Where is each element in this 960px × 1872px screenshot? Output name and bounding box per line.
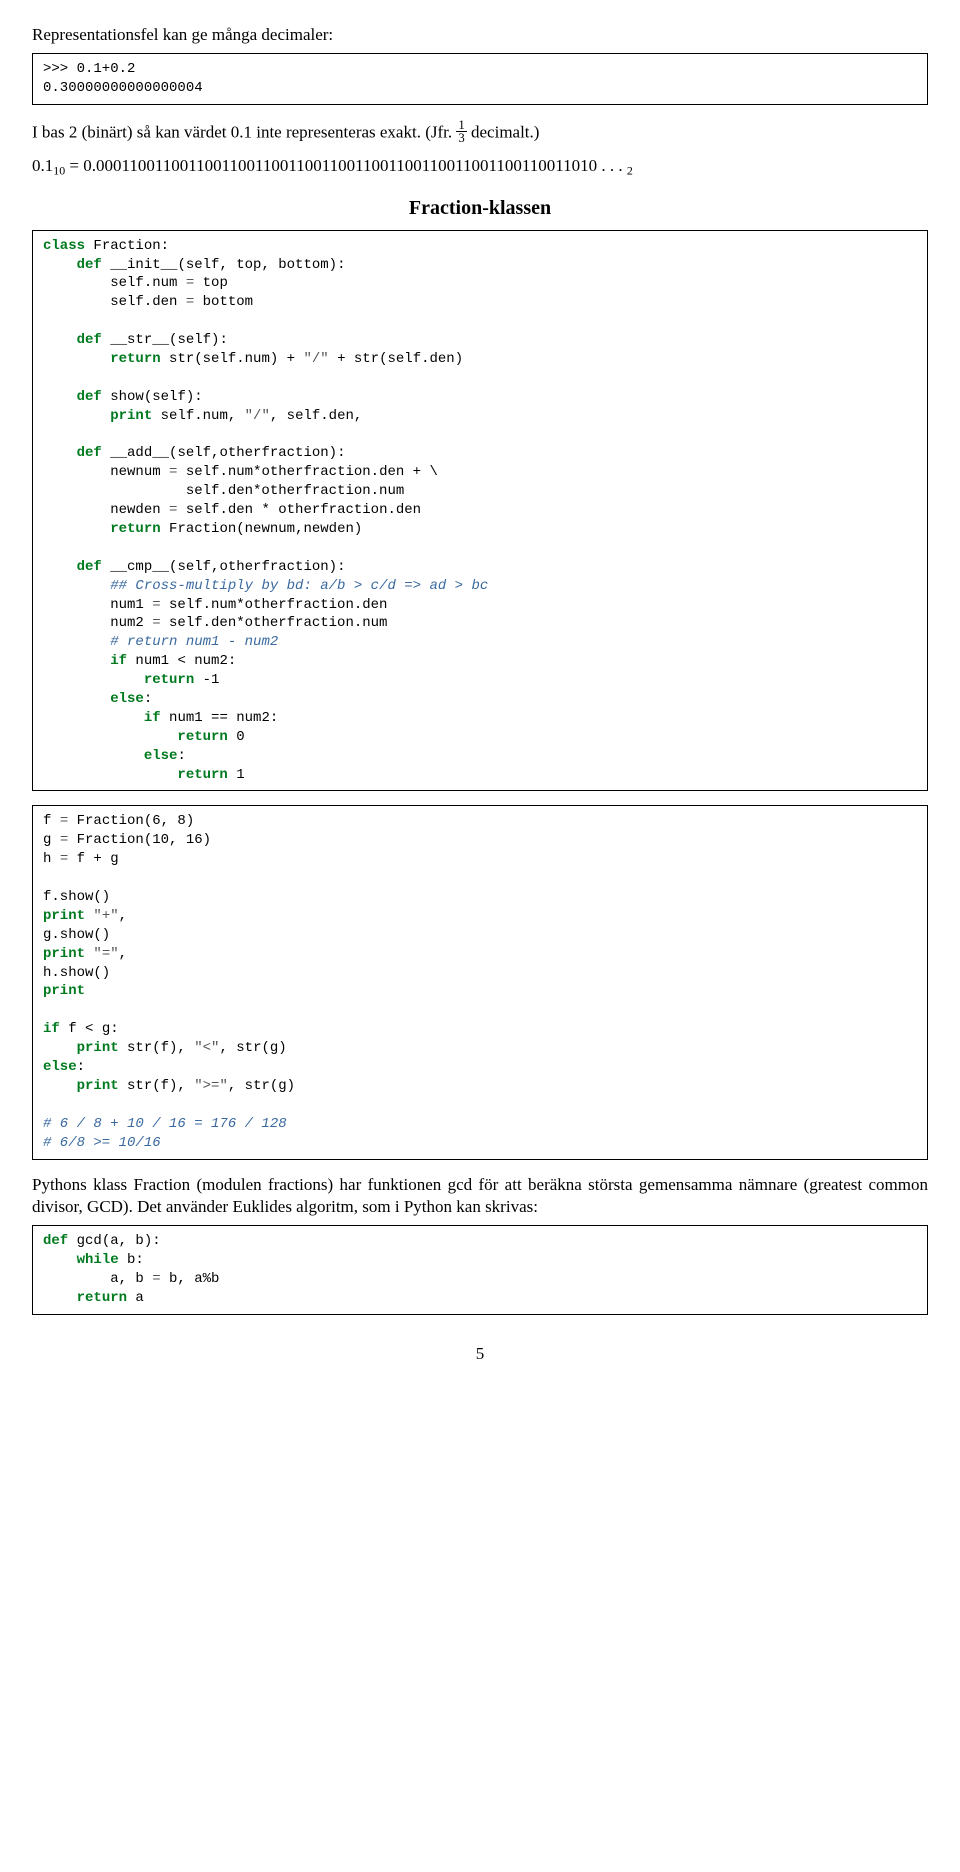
code-box-fraction-class: class Fraction: def __init__(self, top, …	[32, 230, 928, 792]
paragraph-binary: I bas 2 (binärt) så kan värdet 0.1 inte …	[32, 119, 928, 146]
para-text: I bas 2 (binärt) så kan värdet 0.1 inte …	[32, 122, 456, 141]
fraction-num: 1	[456, 119, 466, 133]
binary-expansion: 0.110 = 0.000110011001100110011001100110…	[32, 153, 928, 180]
math-a: 0.1	[32, 156, 53, 175]
subscript-2: 2	[627, 164, 633, 178]
paragraph-intro: Representationsfel kan ge många decimale…	[32, 24, 928, 47]
section-title-fraction: Fraction-klassen	[32, 195, 928, 222]
fraction-den: 3	[456, 132, 466, 145]
fraction-one-third: 13	[456, 119, 466, 146]
binary-digits: 0001100110011001100110011001100110011001…	[96, 156, 627, 175]
code-box-gcd: def gcd(a, b): while b: a, b = b, a%b re…	[32, 1225, 928, 1315]
code-box-fraction-usage: f = Fraction(6, 8) g = Fraction(10, 16) …	[32, 805, 928, 1159]
paragraph-gcd: Pythons klass Fraction (modulen fraction…	[32, 1174, 928, 1220]
para-text-b: decimalt.)	[467, 122, 540, 141]
code-box-repl-output: >>> 0.1+0.2 0.30000000000000004	[32, 53, 928, 105]
subscript-10: 10	[53, 164, 65, 178]
math-eq: = 0.	[65, 156, 96, 175]
page-number: 5	[32, 1343, 928, 1366]
